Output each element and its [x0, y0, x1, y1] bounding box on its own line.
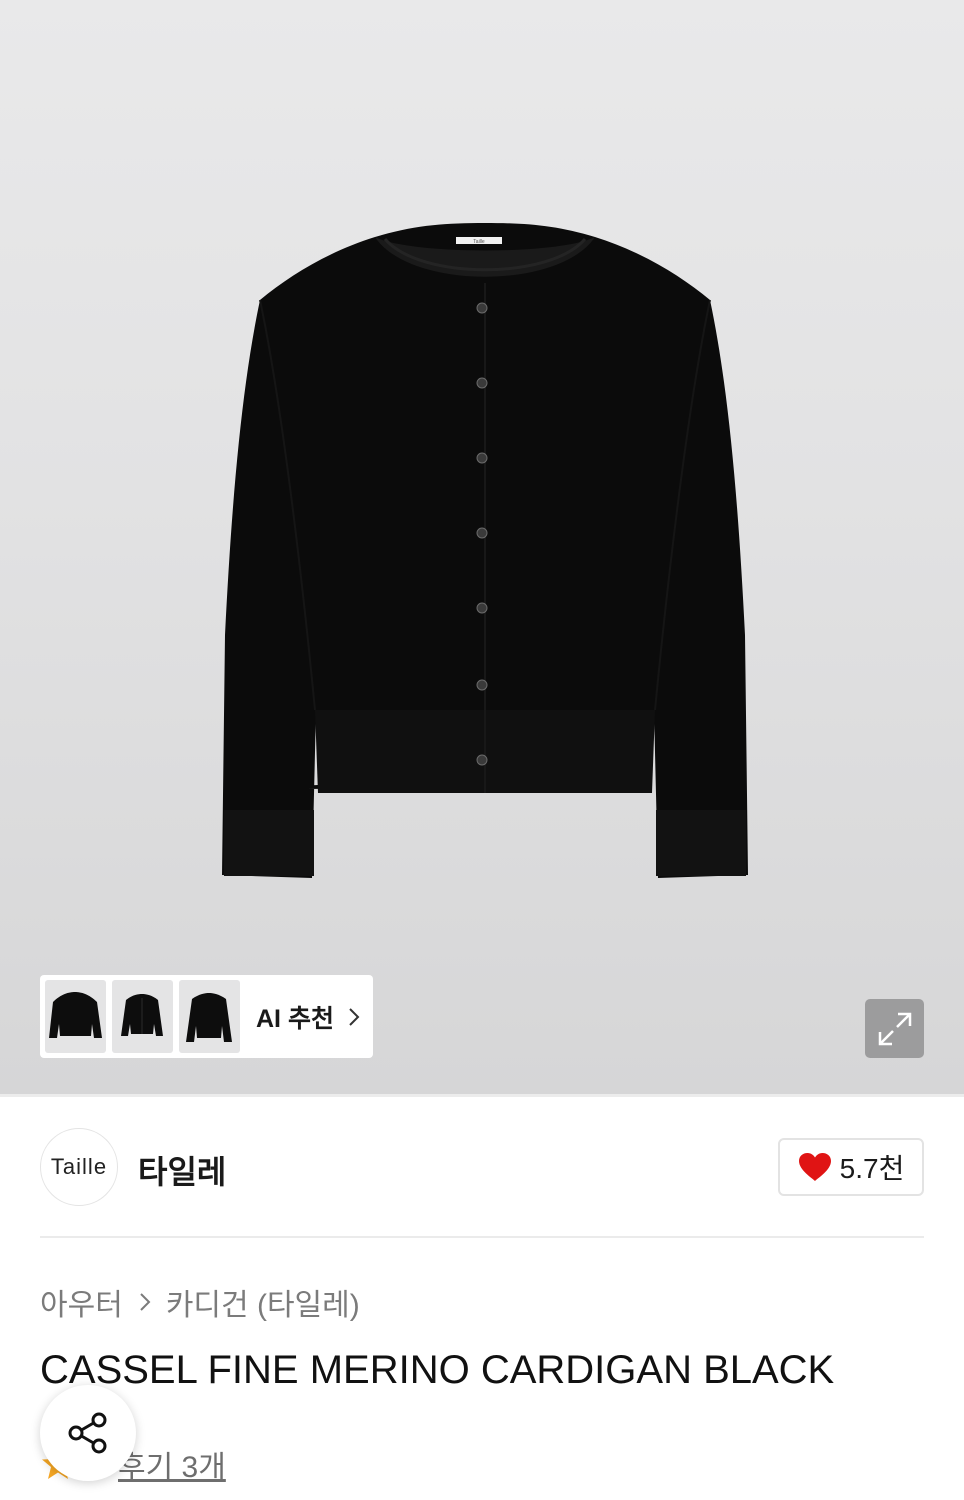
hero-divider: [0, 1094, 964, 1097]
expand-image-button[interactable]: [865, 999, 924, 1058]
thumbnail-3[interactable]: [179, 980, 240, 1053]
section-divider: [40, 1236, 924, 1238]
ai-recommend-label: AI 추천: [256, 1004, 334, 1033]
ai-recommend-link[interactable]: AI 추천: [256, 999, 360, 1035]
breadcrumb: 아우터 카디건 (타일레): [40, 1280, 360, 1324]
cardigan-thumbnail-icon: [121, 994, 163, 1036]
thumbnail-2[interactable]: [112, 980, 173, 1053]
share-button[interactable]: [40, 1385, 136, 1481]
share-icon: [68, 1412, 107, 1454]
breadcrumb-outer[interactable]: 아우터: [40, 1280, 123, 1324]
cardigan-thumbnail-icon: [186, 993, 232, 1042]
chevron-right-icon: [349, 1007, 360, 1026]
product-image-gallery[interactable]: Taille AI 추천: [0, 0, 964, 1094]
thumbnail-strip: AI 추천: [40, 975, 373, 1058]
like-button[interactable]: 5.7천: [778, 1138, 924, 1196]
brand-logo-text: Taille: [50, 1154, 108, 1179]
product-label-text: Taille: [473, 239, 485, 245]
product-main-image: Taille: [222, 223, 748, 878]
product-title: CASSEL FINE MERINO CARDIGAN BLACK: [40, 1348, 835, 1392]
heart-icon: [798, 1153, 831, 1181]
cardigan-thumbnail-icon: [49, 992, 102, 1038]
chevron-right-icon: [140, 1293, 151, 1311]
brand-row: Taille 타일레 5.7천: [40, 1128, 924, 1208]
breadcrumb-cardigan[interactable]: 카디건 (타일레): [166, 1280, 360, 1324]
expand-icon: [878, 1012, 911, 1045]
brand-name[interactable]: 타일레: [138, 1147, 226, 1193]
review-count-link[interactable]: 후기 3개: [118, 1442, 226, 1486]
like-count: 5.7천: [839, 1153, 905, 1184]
brand-logo[interactable]: Taille: [40, 1128, 118, 1206]
thumbnail-1[interactable]: [45, 980, 106, 1053]
